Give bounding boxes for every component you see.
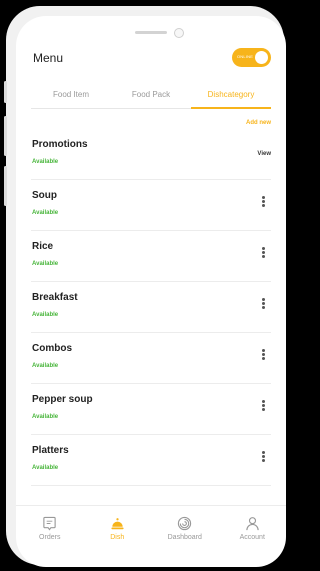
nav-dashboard[interactable]: Dashboard — [151, 506, 219, 556]
status-badge: Available — [32, 159, 59, 165]
category-title: Platters — [32, 445, 69, 456]
nav-label: Orders — [39, 534, 61, 541]
category-list: Promotions Available View Soup Available… — [31, 129, 271, 486]
phone-frame: Menu ONLINE Food Item Food Pack Dishcate… — [4, 6, 286, 567]
more-options-icon[interactable] — [262, 349, 265, 361]
tab-dishcategory[interactable]: Dishcategory — [191, 80, 271, 109]
phone-side-button — [4, 116, 7, 156]
list-item[interactable]: Breakfast Available — [31, 282, 271, 333]
dashboard-icon — [178, 516, 192, 531]
more-options-icon[interactable] — [262, 196, 265, 208]
account-icon — [246, 517, 259, 531]
category-title: Soup — [32, 190, 57, 201]
add-new-button[interactable]: Add new — [246, 120, 271, 126]
toggle-label: ONLINE — [237, 54, 254, 59]
category-title: Rice — [32, 241, 54, 252]
tab-food-item[interactable]: Food Item — [31, 80, 111, 108]
more-options-icon[interactable] — [262, 247, 265, 259]
orders-icon — [43, 516, 56, 531]
view-button[interactable]: View — [257, 151, 271, 157]
page-title: Menu — [33, 51, 64, 65]
status-badge: Available — [32, 210, 59, 216]
status-badge: Available — [32, 363, 59, 369]
more-options-icon[interactable] — [262, 451, 265, 463]
list-item[interactable]: Soup Available — [31, 180, 271, 231]
category-title: Pepper soup — [32, 394, 93, 405]
phone-camera — [174, 28, 184, 38]
app-screen: Menu ONLINE Food Item Food Pack Dishcate… — [16, 16, 286, 567]
online-toggle[interactable]: ONLINE — [232, 48, 271, 67]
more-options-icon[interactable] — [262, 298, 265, 310]
list-item[interactable]: Promotions Available View — [31, 129, 271, 180]
status-badge: Available — [32, 312, 59, 318]
status-badge: Available — [32, 465, 59, 471]
category-title: Combos — [32, 343, 72, 354]
dish-icon — [111, 518, 124, 530]
list-item[interactable]: Combos Available — [31, 333, 271, 384]
phone-speaker — [135, 31, 167, 34]
toggle-knob — [255, 51, 268, 64]
nav-account[interactable]: Account — [219, 506, 287, 556]
nav-dish[interactable]: Dish — [84, 506, 152, 556]
bottom-nav: Orders Dish Dashboard Account — [16, 505, 286, 556]
nav-label: Dish — [110, 534, 125, 541]
tab-bar: Food Item Food Pack Dishcategory — [31, 80, 271, 109]
list-item[interactable]: Rice Available — [31, 231, 271, 282]
status-badge: Available — [32, 414, 59, 420]
nav-orders[interactable]: Orders — [16, 506, 84, 556]
list-item[interactable]: Pepper soup Available — [31, 384, 271, 435]
tab-food-pack[interactable]: Food Pack — [111, 80, 191, 108]
nav-label: Account — [239, 534, 265, 541]
category-title: Promotions — [32, 139, 88, 150]
nav-label: Dashboard — [167, 534, 202, 541]
phone-side-button — [4, 166, 7, 206]
phone-side-button — [4, 81, 7, 103]
list-item[interactable]: Platters Available — [31, 435, 271, 486]
status-badge: Available — [32, 261, 59, 267]
more-options-icon[interactable] — [262, 400, 265, 412]
category-title: Breakfast — [32, 292, 78, 303]
